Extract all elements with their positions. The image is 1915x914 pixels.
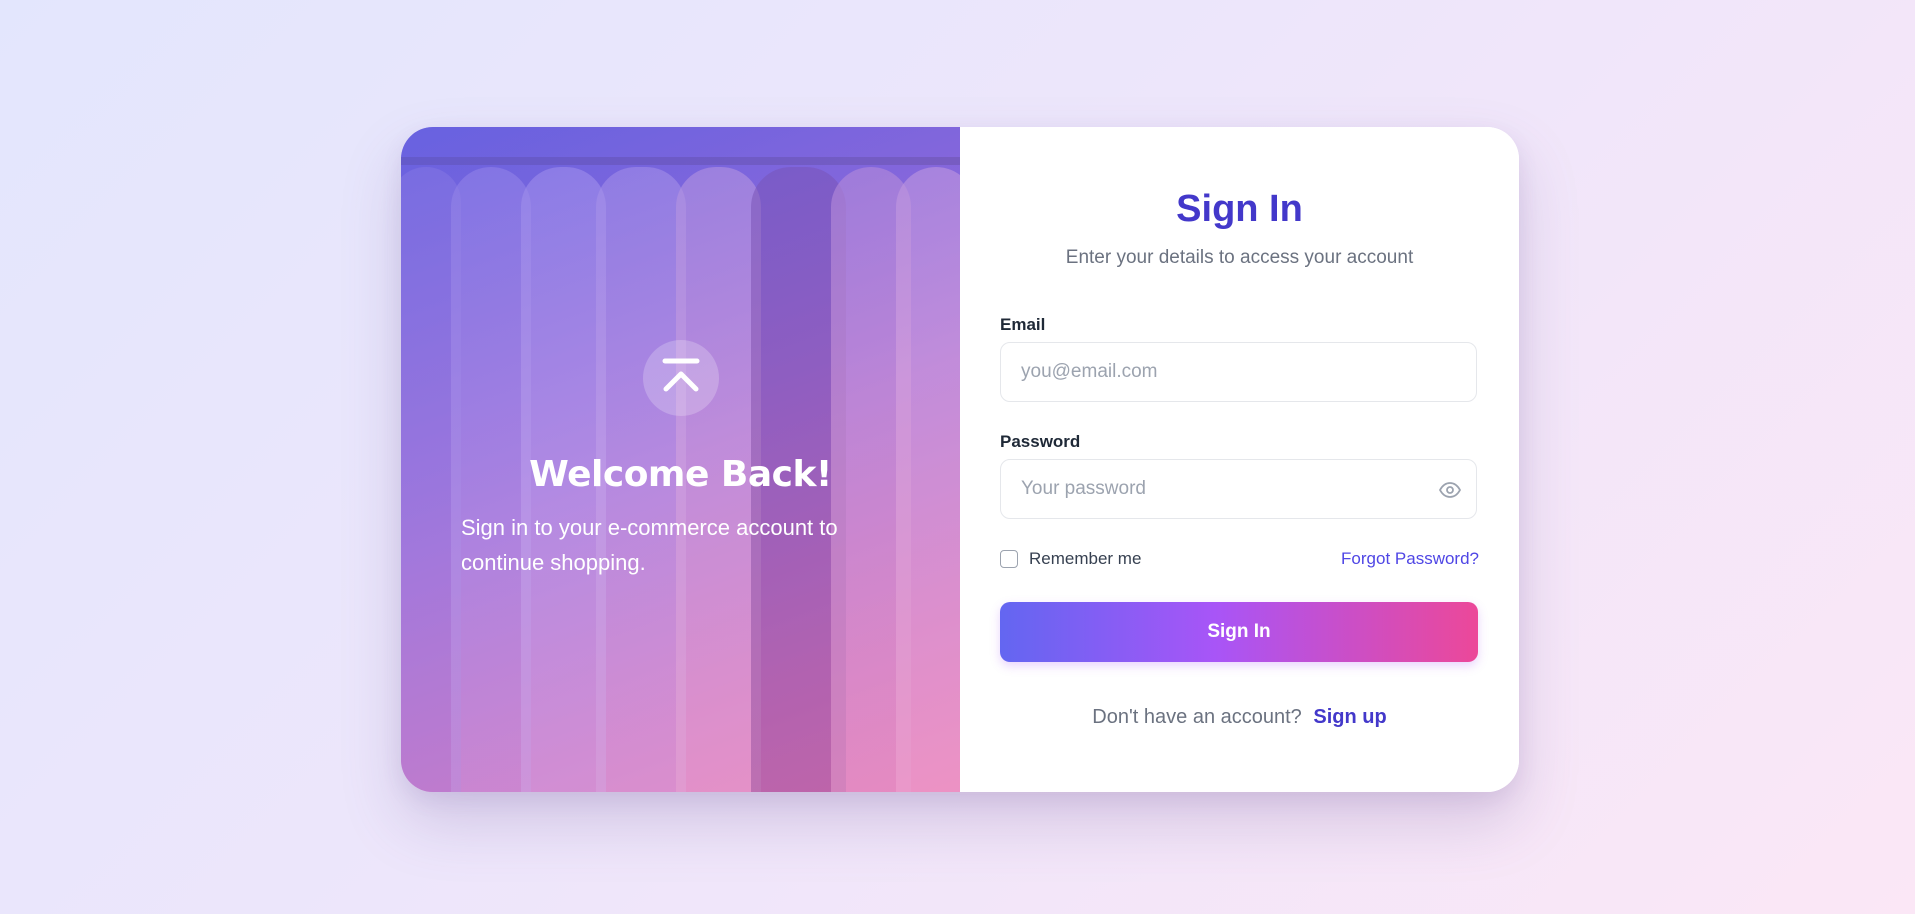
signin-form: Sign In Enter your details to access you…	[960, 127, 1519, 792]
form-subtitle: Enter your details to access your accoun…	[1065, 247, 1414, 268]
hero-panel: Welcome Back! Sign in to your e-commerce…	[401, 127, 960, 792]
email-label: Email	[1000, 315, 1046, 334]
signup-link[interactable]: Sign up	[1313, 706, 1386, 728]
password-label: Password	[1000, 432, 1081, 451]
eye-icon[interactable]	[1438, 478, 1462, 502]
forgot-password-link[interactable]: Forgot Password?	[1341, 549, 1479, 569]
login-card: Welcome Back! Sign in to your e-commerce…	[401, 127, 1519, 792]
hero-heading: Welcome Back!	[529, 454, 832, 495]
remember-me-row[interactable]: Remember me	[1000, 549, 1141, 569]
signup-prompt: Don't have an account?	[1092, 706, 1302, 728]
hero-subtext: Sign in to your e-commerce account to co…	[461, 515, 838, 575]
remember-me-checkbox[interactable]	[1000, 550, 1018, 568]
chevron-up-bar-icon	[661, 356, 701, 401]
password-field-box	[1000, 459, 1477, 519]
signup-row: Don't have an account? Sign up	[960, 706, 1519, 729]
form-title: Sign In	[1176, 188, 1303, 230]
email-field[interactable]	[1001, 343, 1476, 401]
remember-me-label: Remember me	[1029, 549, 1142, 568]
email-field-box	[1000, 342, 1477, 402]
brand-logo	[643, 340, 719, 416]
password-field[interactable]	[1001, 460, 1476, 518]
sign-in-button[interactable]: Sign In	[1000, 602, 1478, 662]
